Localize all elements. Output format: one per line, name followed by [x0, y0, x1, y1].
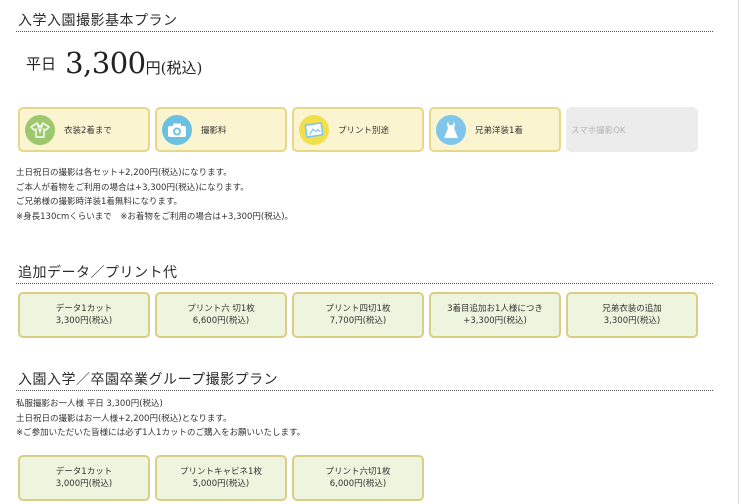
item-price: 3,000円(税込)	[55, 479, 113, 489]
note-line: ご兄弟様の撮影時洋装1着無料になります。	[16, 197, 183, 208]
feature-costume-label: 衣装2着まで	[64, 125, 112, 136]
price-tax: (税込)	[160, 59, 203, 77]
feature-print-separate: プリント別途	[292, 107, 424, 152]
price-day: 平日	[26, 55, 57, 73]
group-plan-notes: 私服撮影お一人様 平日 3,300円(税込) 土日祝日の撮影はお一人様+2,20…	[16, 397, 305, 441]
dress-icon	[436, 114, 466, 145]
feature-smartphone-ok: スマホ撮影OK	[566, 107, 698, 152]
item-price: 7,700円(税込)	[329, 316, 387, 326]
additional-item-data-1cut: データ1カット 3,300円(税込)	[18, 292, 150, 338]
note-line: ※身長130cmくらいまで ※お着物をご利用の場合は+3,300円(税込)。	[16, 211, 294, 222]
note-line: 私服撮影お一人様 平日 3,300円(税込)	[16, 399, 163, 409]
item-name: プリント四切1枚	[325, 303, 391, 314]
additional-divider	[16, 283, 713, 284]
feature-sibling-dress: 兄弟洋装1着	[429, 107, 561, 152]
photo-print-icon	[299, 114, 329, 145]
basic-plan-divider	[16, 31, 713, 32]
group-plan-title: 入園入学／卒園卒業グループ撮影プラン	[18, 372, 279, 388]
item-name: データ1カット	[55, 466, 113, 477]
group-item-data-1cut: データ1カット 3,000円(税込)	[18, 455, 150, 501]
item-name: データ1カット	[55, 303, 113, 314]
feature-costume: 衣装2着まで	[18, 107, 150, 152]
note-line: ※ご参加いただいた皆様には必ず1人1カットのご購入をお願いいたします。	[16, 428, 306, 439]
item-name: 3着目追加お1人様につき	[447, 303, 543, 314]
item-price: 3,300円(税込)	[603, 316, 661, 326]
basic-plan-notes: 土日祝日の撮影は各セット+2,200円(税込)になります。 ご本人が着物をご利用…	[16, 166, 293, 224]
group-item-print-rokugiri: プリント六切1枚 6,000円(税込)	[292, 455, 424, 501]
basic-plan-title: 入学入園撮影基本プラン	[18, 13, 178, 29]
basic-plan-price: 平日 3,300円(税込)	[26, 46, 202, 80]
feature-shooting-fee-label: 撮影料	[201, 125, 227, 136]
additional-item-sibling-costume: 兄弟衣装の追加 3,300円(税込)	[566, 292, 698, 338]
item-price: 5,000円(税込)	[192, 479, 250, 489]
feature-sibling-dress-label: 兄弟洋装1着	[475, 125, 523, 136]
item-price: 6,600円(税込)	[192, 316, 250, 326]
feature-smartphone-ok-label: スマホ撮影OK	[571, 125, 626, 136]
item-name: プリント六 切1枚	[187, 303, 255, 314]
camera-icon	[162, 114, 192, 145]
item-name: 兄弟衣装の追加	[602, 303, 662, 314]
note-line: 土日祝日の撮影はお一人様+2,200円(税込)となります。	[16, 413, 232, 424]
item-name: プリント六切1枚	[325, 466, 391, 477]
item-price: +3,300円(税込)	[463, 316, 527, 326]
additional-item-print-yotsugiri: プリント四切1枚 7,700円(税込)	[292, 292, 424, 338]
page-edge-rule	[738, 0, 739, 504]
price-unit: 円	[145, 59, 161, 77]
kimono-icon	[25, 114, 55, 145]
note-line: ご本人が着物をご利用の場合は+3,300円(税込)になります。	[16, 182, 249, 193]
additional-item-third-outfit: 3着目追加お1人様につき +3,300円(税込)	[429, 292, 561, 338]
feature-print-separate-label: プリント別途	[338, 125, 390, 136]
price-amount: 3,300	[65, 46, 146, 80]
additional-title: 追加データ／プリント代	[18, 265, 178, 281]
feature-shooting-fee: 撮影料	[155, 107, 287, 152]
additional-item-print-rokugiri: プリント六 切1枚 6,600円(税込)	[155, 292, 287, 338]
group-plan-divider	[16, 390, 713, 391]
item-name: プリントキャビネ1枚	[180, 466, 262, 477]
note-line: 土日祝日の撮影は各セット+2,200円(税込)になります。	[16, 168, 232, 178]
item-price: 6,000円(税込)	[329, 479, 387, 489]
item-price: 3,300円(税込)	[55, 316, 113, 326]
group-item-print-cabinet: プリントキャビネ1枚 5,000円(税込)	[155, 455, 287, 501]
